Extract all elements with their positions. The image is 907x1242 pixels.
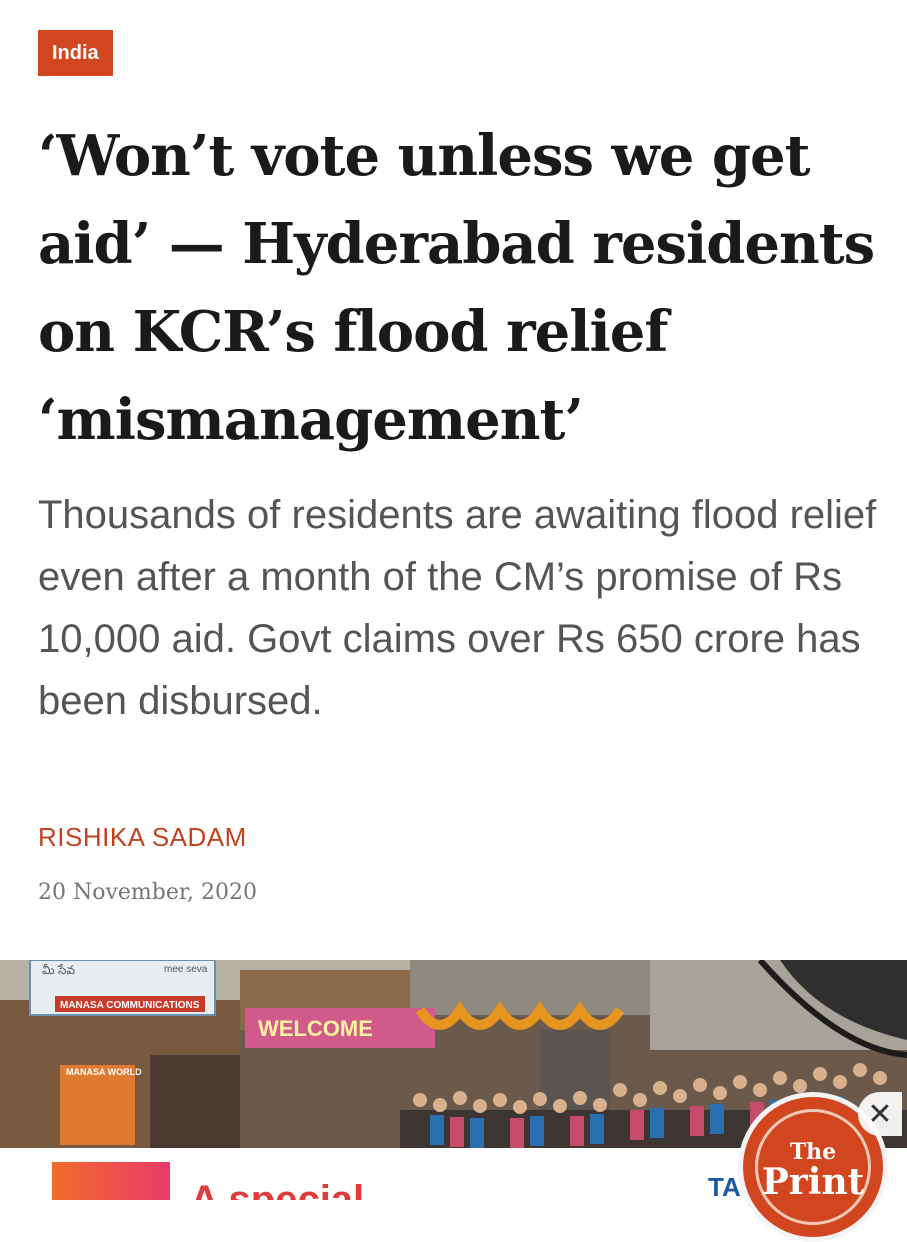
close-icon: ✕ (867, 1096, 893, 1132)
photo-sign-world: MANASA WORLD (66, 1067, 142, 1077)
ad-text: A special (190, 1178, 365, 1200)
publish-date: 20 November, 2020 (38, 880, 257, 905)
photo-sign-manasa: MANASA COMMUNICATIONS (60, 1000, 200, 1011)
logo-print: Print (761, 1161, 865, 1203)
ad-brand-label: TA (708, 1172, 741, 1200)
ad-brand-graphic (52, 1162, 170, 1200)
category-tag[interactable]: India (38, 30, 113, 76)
photo-sign-meeseva: mee seva (164, 964, 208, 975)
author-link[interactable]: RISHIKA SADAM (38, 822, 247, 853)
article-summary: Thousands of residents are awaiting floo… (38, 493, 877, 723)
article-headline: ‘Won’t vote unless we get aid’ — Hyderab… (38, 123, 875, 453)
photo-sign-welcome: WELCOME (258, 1016, 373, 1041)
close-ad-button[interactable]: ✕ (858, 1092, 902, 1136)
svg-text:మీ సేవ: మీ సేవ (42, 963, 75, 977)
